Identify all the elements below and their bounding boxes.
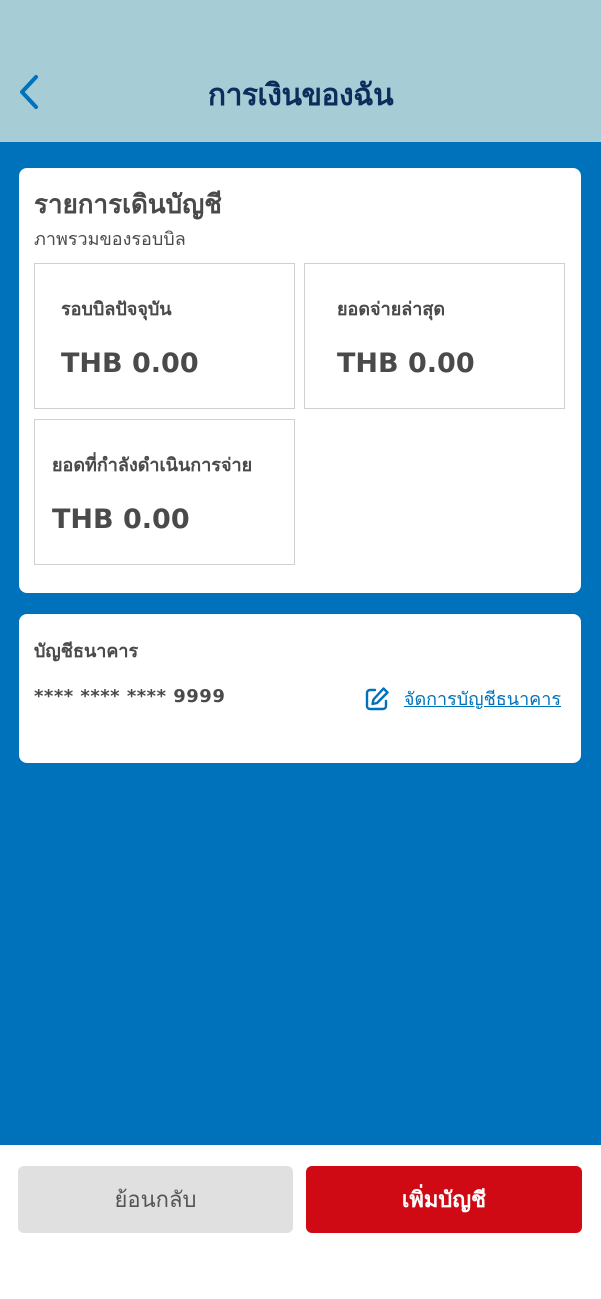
bank-account-number: **** **** **** 9999: [34, 686, 226, 707]
main-content: รายการเดินบัญชี ภาพรวมของรอบบิล รอบบิลปั…: [0, 142, 601, 1145]
current-bill-value: THB 0.00: [61, 348, 199, 379]
pending-payment-value: THB 0.00: [52, 504, 190, 535]
billing-summary-card: รายการเดินบัญชี ภาพรวมของรอบบิล รอบบิลปั…: [19, 168, 581, 593]
manage-bank-account-label[interactable]: จัดการบัญชีธนาคาร: [404, 684, 561, 713]
page-title: การเงินของฉัน: [207, 78, 394, 113]
manage-bank-account-link[interactable]: จัดการบัญชีธนาคาร: [364, 684, 561, 713]
edit-icon: [364, 686, 390, 712]
current-bill-label: รอบบิลปัจจุบัน: [61, 299, 172, 320]
footer-actions: ย้อนกลับ เพิ่มบัญชี: [0, 1145, 601, 1299]
summary-title: รายการเดินบัญชี: [34, 190, 222, 220]
last-payment-box: ยอดจ่ายล่าสุด THB 0.00: [304, 263, 565, 409]
bank-account-card: บัญชีธนาคาร **** **** **** 9999 จัดการบั…: [19, 614, 581, 763]
last-payment-value: THB 0.00: [337, 348, 475, 379]
pending-payment-label: ยอดที่กำลังดำเนินการจ่าย: [52, 455, 253, 476]
last-payment-label: ยอดจ่ายล่าสุด: [337, 299, 446, 320]
bank-account-title: บัญชีธนาคาร: [34, 641, 139, 662]
back-button[interactable]: ย้อนกลับ: [18, 1166, 293, 1233]
add-account-button[interactable]: เพิ่มบัญชี: [306, 1166, 582, 1233]
app-header: การเงินของฉัน: [0, 0, 601, 142]
summary-subtitle: ภาพรวมของรอบบิล: [34, 229, 186, 250]
current-bill-box: รอบบิลปัจจุบัน THB 0.00: [34, 263, 295, 409]
pending-payment-box: ยอดที่กำลังดำเนินการจ่าย THB 0.00: [34, 419, 295, 565]
